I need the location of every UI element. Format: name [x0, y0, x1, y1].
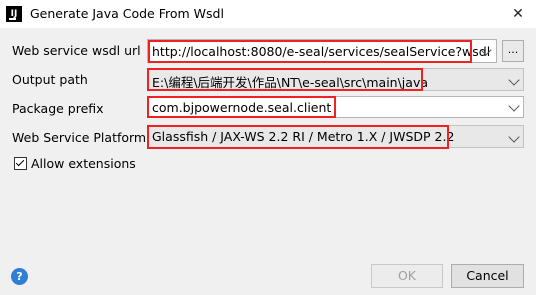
intellij-app-icon: IJ [6, 6, 22, 22]
chevron-down-icon[interactable] [508, 100, 520, 112]
output-path-label: Output path [12, 72, 88, 87]
wsdl-url-label: Web service wsdl url [12, 43, 141, 58]
cancel-button[interactable]: Cancel [451, 264, 524, 288]
output-path-value: E:\编程\后端开发\作品\NT\e-seal\src\main\java [152, 75, 428, 90]
output-path-combo[interactable]: E:\编程\后端开发\作品\NT\e-seal\src\main\java [147, 68, 524, 91]
package-prefix-value: com.bjpowernode.seal.client [152, 100, 332, 115]
package-prefix-label: Package prefix [12, 101, 104, 116]
browse-button[interactable]: ... [502, 40, 524, 62]
allow-extensions-label[interactable]: Allow extensions [31, 156, 136, 171]
app-icon-underline [9, 18, 16, 20]
window-title: Generate Java Code From Wsdl [30, 6, 224, 21]
close-icon[interactable]: ✕ [506, 2, 530, 26]
check-icon [15, 157, 25, 167]
ok-button[interactable]: OK [371, 264, 443, 288]
title-bar: IJ Generate Java Code From Wsdl ✕ [0, 0, 536, 28]
allow-extensions-checkbox[interactable] [14, 157, 27, 170]
wsdl-url-input[interactable]: http://localhost:8080/e-seal/services/se… [147, 39, 497, 63]
platform-value: Glassfish / JAX-WS 2.2 RI / Metro 1.X / … [152, 129, 455, 144]
chevron-down-icon[interactable] [508, 74, 520, 86]
platform-combo[interactable]: Glassfish / JAX-WS 2.2 RI / Metro 1.X / … [147, 125, 524, 148]
help-icon[interactable]: ? [11, 268, 28, 285]
platform-label: Web Service Platform [12, 130, 147, 145]
wsdl-url-value: http://localhost:8080/e-seal/services/se… [152, 44, 491, 59]
chevron-down-icon[interactable] [508, 131, 520, 143]
package-prefix-input[interactable]: com.bjpowernode.seal.client [147, 96, 524, 118]
